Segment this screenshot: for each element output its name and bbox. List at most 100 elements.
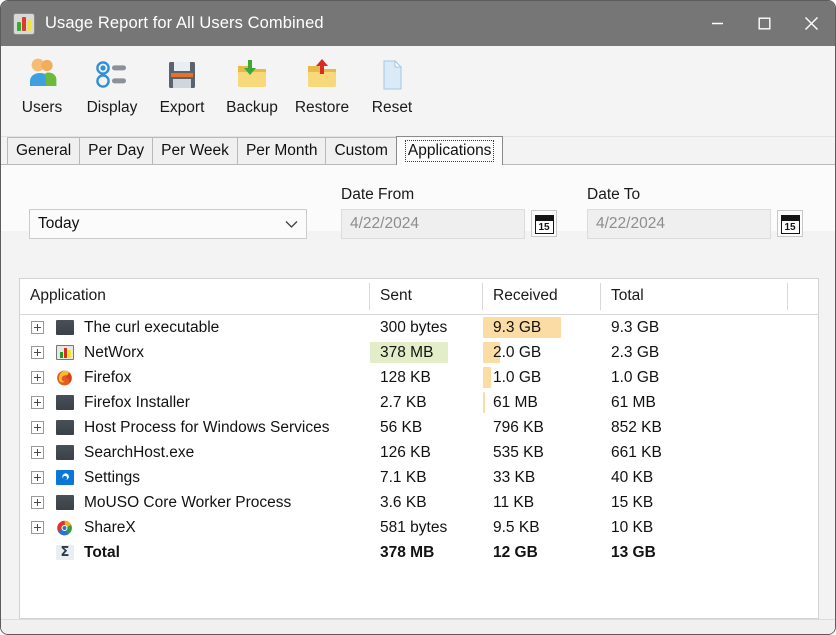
cell-received: 535 KB <box>483 440 601 465</box>
cell-application: NetWorx <box>20 340 144 365</box>
cell-sent: 7.1 KB <box>370 465 483 490</box>
display-list-icon <box>92 53 132 97</box>
table-row[interactable]: Firefox 128 KB 1.0 GB 1.0 GB <box>20 365 818 390</box>
tab-applications[interactable]: Applications <box>395 136 504 165</box>
cell-sent: 378 MB <box>370 340 483 365</box>
table-row[interactable]: Firefox Installer 2.7 KB 61 MB 61 MB <box>20 390 818 415</box>
column-divider[interactable] <box>787 283 788 310</box>
chevron-down-icon <box>285 220 298 229</box>
date-to-input[interactable]: 4/22/2024 <box>587 209 771 239</box>
sent-value: 126 KB <box>380 443 431 461</box>
expand-icon[interactable] <box>31 346 44 359</box>
column-divider[interactable] <box>600 283 601 310</box>
total-value: 61 MB <box>611 393 656 411</box>
sent-value: 378 MB <box>380 543 435 561</box>
period-select-value: Today <box>38 215 80 232</box>
cell-received: 61 MB <box>483 390 601 415</box>
firefox-icon <box>56 370 74 386</box>
networx-bar-chart-icon <box>13 12 35 35</box>
cell-sent: 56 KB <box>370 415 483 440</box>
tab-strip: General Per Day Per Week Per Month Custo… <box>1 136 835 165</box>
status-bar <box>1 619 835 634</box>
grid-body: The curl executable 300 bytes 9.3 GB 9.3 GB… <box>20 315 818 565</box>
generic-app-icon <box>56 395 74 410</box>
date-from-value: 4/22/2024 <box>350 215 419 232</box>
toolbar-button-users[interactable]: Users <box>7 53 77 117</box>
toolbar-label: Users <box>21 99 63 116</box>
tab-per-month[interactable]: Per Month <box>236 137 327 164</box>
cell-application: Firefox <box>20 365 131 390</box>
minimize-button[interactable] <box>694 1 741 46</box>
generic-app-icon <box>56 420 74 435</box>
tab-per-week[interactable]: Per Week <box>152 137 238 164</box>
table-row[interactable]: SearchHost.exe 126 KB 535 KB 661 KB <box>20 440 818 465</box>
sharex-icon <box>56 520 74 536</box>
column-header-received[interactable]: Received <box>483 279 601 313</box>
users-icon <box>22 53 62 97</box>
date-to-calendar-button[interactable]: 15 <box>777 210 803 237</box>
toolbar-label: Export <box>159 99 205 116</box>
expand-icon[interactable] <box>31 471 44 484</box>
date-from-label: Date From <box>341 186 415 203</box>
total-value: 13 GB <box>611 543 656 561</box>
application-name: Firefox Installer <box>84 393 190 411</box>
total-value: 661 KB <box>611 443 662 461</box>
tab-per-day[interactable]: Per Day <box>79 137 154 164</box>
close-button[interactable] <box>788 1 835 46</box>
table-row[interactable]: NetWorx 378 MB 2.0 GB 2.3 GB <box>20 340 818 365</box>
tab-custom[interactable]: Custom <box>325 137 397 164</box>
received-value: 796 KB <box>493 418 544 436</box>
expand-icon[interactable] <box>31 421 44 434</box>
cell-sent: 126 KB <box>370 440 483 465</box>
generic-app-icon <box>56 445 74 460</box>
expand-icon[interactable] <box>31 496 44 509</box>
date-to-value: 4/22/2024 <box>596 215 665 232</box>
column-divider[interactable] <box>482 283 483 310</box>
column-header-sent[interactable]: Sent <box>370 279 483 313</box>
toolbar-button-backup[interactable]: Backup <box>217 53 287 117</box>
expand-icon[interactable] <box>31 521 44 534</box>
sent-value: 7.1 KB <box>380 468 427 486</box>
table-row[interactable]: Settings 7.1 KB 33 KB 40 KB <box>20 465 818 490</box>
expand-icon[interactable] <box>31 446 44 459</box>
table-row[interactable]: The curl executable 300 bytes 9.3 GB 9.3 GB <box>20 315 818 340</box>
received-value: 2.0 GB <box>493 343 542 361</box>
cell-total: 1.0 GB <box>601 365 788 390</box>
sent-value: 300 bytes <box>380 318 448 336</box>
settings-gear-icon <box>56 470 74 485</box>
sent-value: 581 bytes <box>380 518 448 536</box>
period-select[interactable]: Today <box>29 209 307 239</box>
sent-value: 2.7 KB <box>380 393 427 411</box>
toolbar-button-export[interactable]: Export <box>147 53 217 117</box>
column-header-total[interactable]: Total <box>601 279 788 313</box>
date-from-input[interactable]: 4/22/2024 <box>341 209 525 239</box>
folder-up-arrow-icon <box>302 53 342 97</box>
cell-received: 9.5 KB <box>483 515 601 540</box>
expand-icon[interactable] <box>31 396 44 409</box>
app-window: Usage Report for All Users Combined User… <box>0 0 836 635</box>
cell-total: 10 KB <box>601 515 788 540</box>
cell-received: 12 GB <box>483 540 601 565</box>
sent-value: 56 KB <box>380 418 423 436</box>
tab-general[interactable]: General <box>7 137 81 164</box>
maximize-button[interactable] <box>741 1 788 46</box>
table-row[interactable]: ShareX 581 bytes 9.5 KB 10 KB <box>20 515 818 540</box>
table-row[interactable]: MoUSO Core Worker Process 3.6 KB 11 KB 15 K… <box>20 490 818 515</box>
generic-app-icon <box>56 495 74 510</box>
table-row-total[interactable]: Σ Total 378 MB 12 GB 13 GB <box>20 540 818 565</box>
total-value: 40 KB <box>611 468 654 486</box>
column-divider[interactable] <box>369 283 370 310</box>
toolbar-button-display[interactable]: Display <box>77 53 147 117</box>
cell-application: SearchHost.exe <box>20 440 194 465</box>
column-header-application[interactable]: Application <box>20 279 370 313</box>
grid-header: Application Sent Received Total <box>20 279 818 315</box>
toolbar-button-reset[interactable]: Reset <box>357 53 427 117</box>
expand-icon[interactable] <box>31 321 44 334</box>
cell-total: 852 KB <box>601 415 788 440</box>
expand-icon[interactable] <box>31 371 44 384</box>
cell-application: Firefox Installer <box>20 390 190 415</box>
date-from-calendar-button[interactable]: 15 <box>531 210 557 237</box>
table-row[interactable]: Host Process for Windows Services 56 KB 79… <box>20 415 818 440</box>
toolbar-button-restore[interactable]: Restore <box>287 53 357 117</box>
floppy-save-icon <box>162 53 202 97</box>
